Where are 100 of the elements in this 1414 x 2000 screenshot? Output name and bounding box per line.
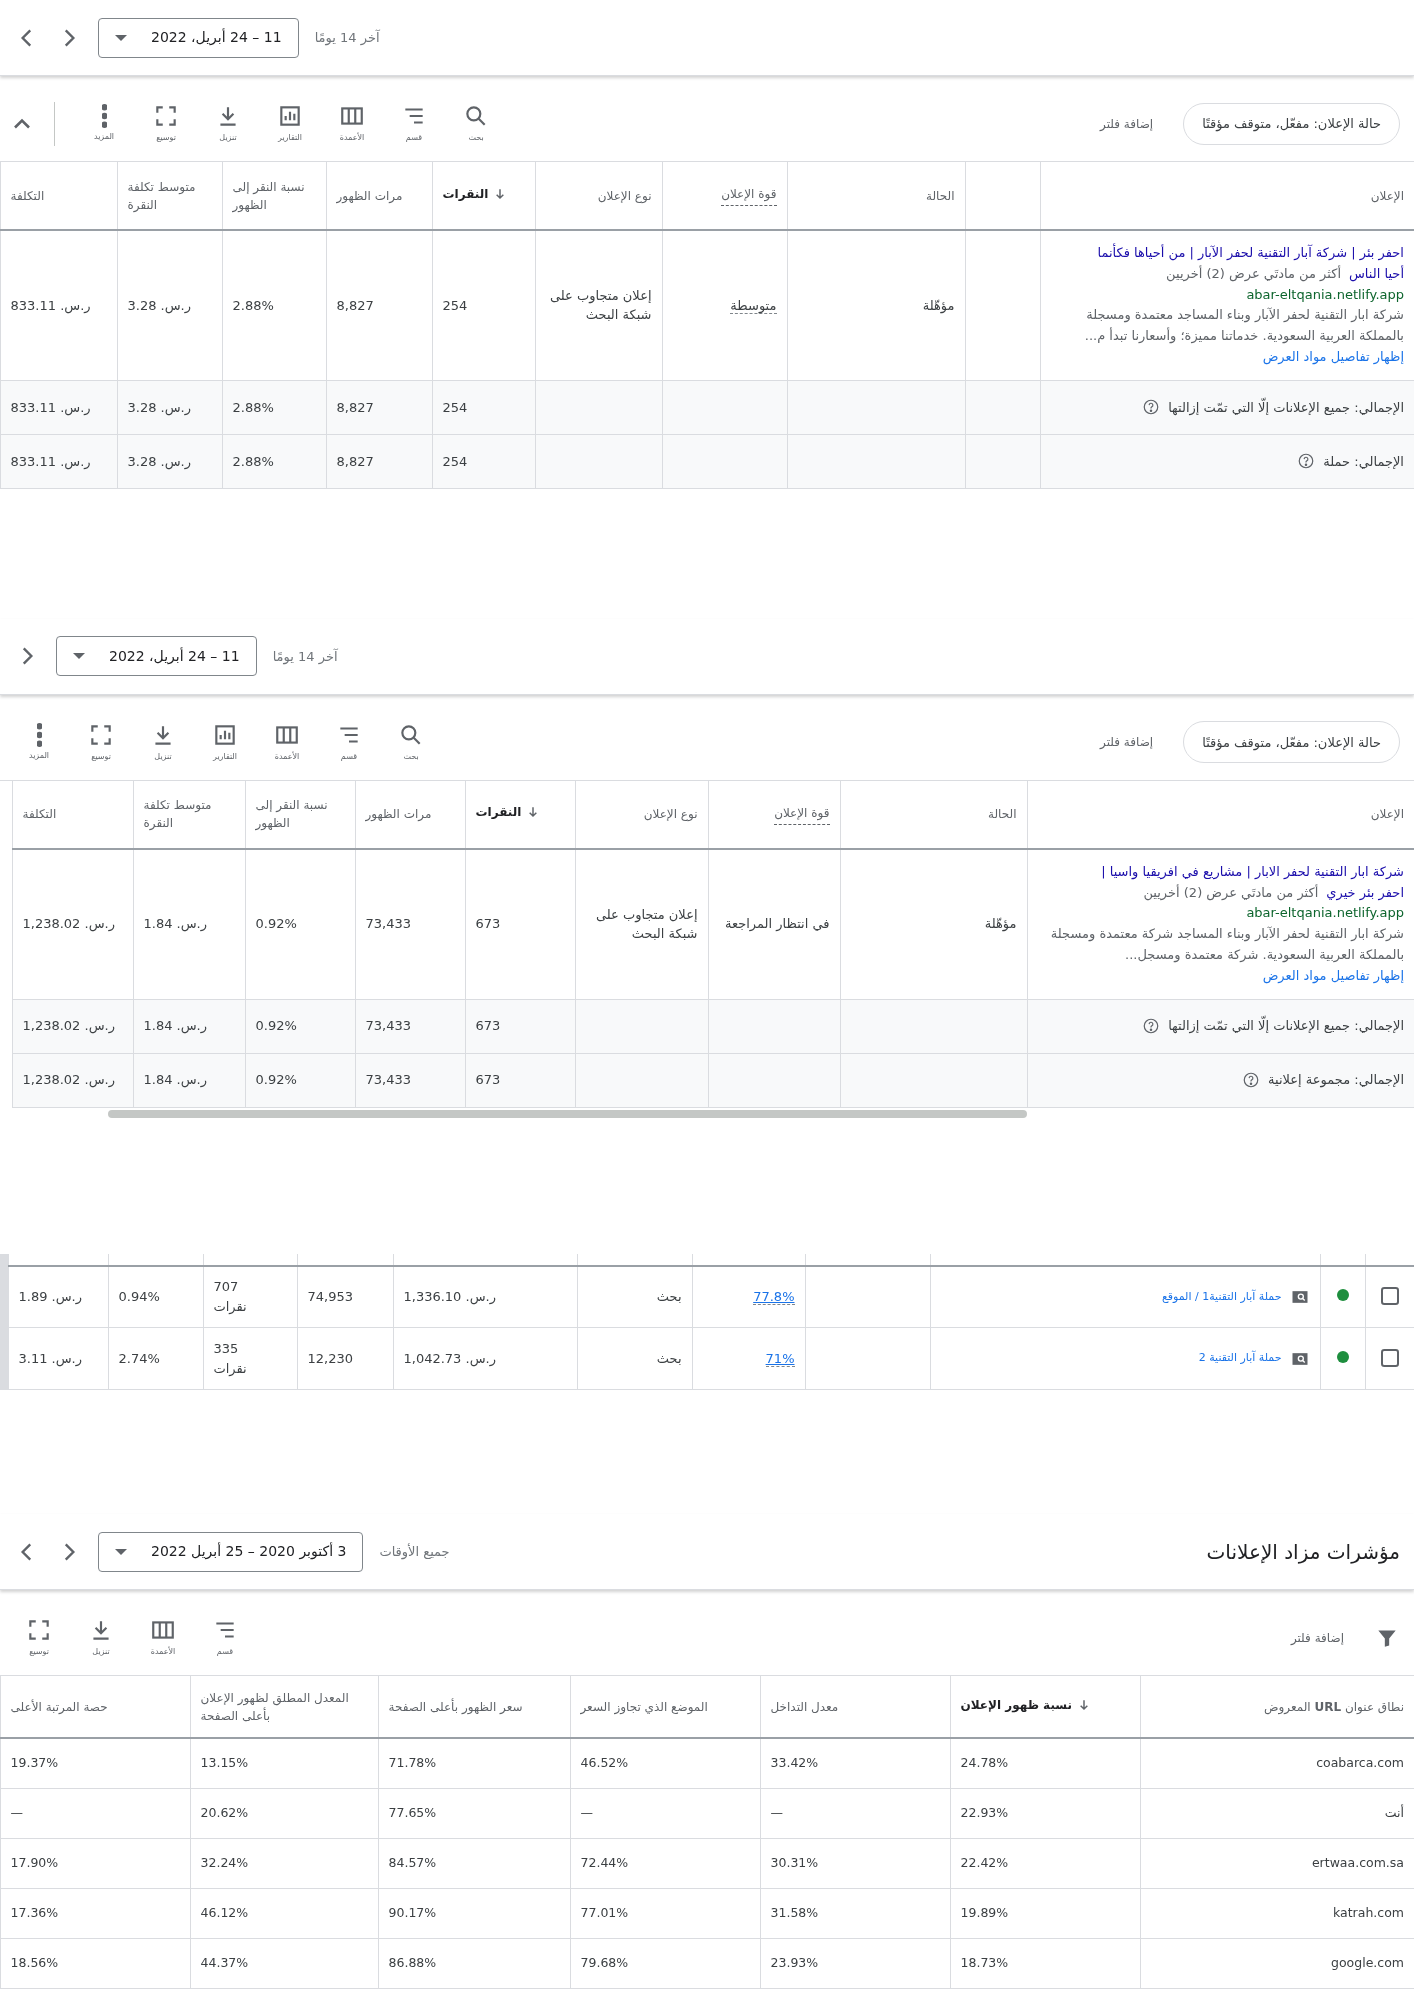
table-cell: 13.15%	[190, 1738, 378, 1789]
toolbar-button[interactable]: تنزيل	[132, 721, 194, 763]
filter-chip[interactable]: حالة الإعلان: مفعّل، متوقف مؤقتًا	[1183, 721, 1400, 764]
toolbar-button[interactable]: بحث	[380, 721, 442, 763]
table-cell: ر.س. 1.84	[133, 1053, 245, 1108]
table-cell: 8,827	[326, 230, 432, 381]
table-cell: 32.24%	[190, 1838, 378, 1889]
date-range-dropdown[interactable]: 11 – 24 أبريل، 2022	[56, 636, 257, 677]
ad-headline[interactable]: أحيا الناس	[1349, 263, 1404, 285]
column-header[interactable]: الحالة	[926, 186, 955, 205]
column-header[interactable]: قوة الإعلان	[721, 185, 777, 206]
details-link[interactable]: إظهار تفاصيل مواد العرض	[1262, 967, 1404, 983]
help-icon[interactable]	[1242, 1071, 1261, 1090]
campaign-link[interactable]: حملة آبار التقنية 2	[1198, 1350, 1282, 1367]
percentage-link[interactable]: 71%	[765, 1350, 795, 1367]
checkbox[interactable]	[1380, 1348, 1399, 1367]
campaign-link[interactable]: حملة آبار التقنية1 / الموقع	[1161, 1288, 1282, 1306]
table-cell: 19.37%	[0, 1738, 190, 1789]
column-header[interactable]: الحالة	[988, 805, 1017, 824]
ad-headline[interactable]: احفر بئر | شركة آبار التقنية لحفر الآبار | من أحياها فكأنما	[1097, 245, 1404, 260]
toolbar-button[interactable]: الأعمدة	[132, 1617, 194, 1659]
column-header[interactable]: النقرات	[475, 803, 522, 822]
ad-more-text: أكثر من مادتَي عرض (2) أخريين	[1166, 264, 1341, 284]
column-header[interactable]: سعر الظهور بأعلى الصفحة	[388, 1697, 523, 1716]
toolbar-button[interactable]: قسم	[318, 721, 380, 763]
help-icon[interactable]	[1297, 452, 1316, 471]
checkbox[interactable]	[1380, 1287, 1399, 1306]
table-cell: 79.68%	[570, 1938, 760, 1989]
column-header[interactable]: نوع الإعلان	[597, 186, 652, 205]
filter-chip[interactable]: حالة الإعلان: مفعّل، متوقف مؤقتًا	[1183, 102, 1400, 145]
help-icon[interactable]	[1142, 398, 1161, 417]
toolbar-button[interactable]: بحث	[445, 103, 507, 144]
table-cell: 77.01%	[570, 1888, 760, 1939]
column-header[interactable]: متوسط تكلفة النقرة	[143, 796, 235, 833]
table-cell: 673	[465, 1053, 575, 1108]
column-header[interactable]: الإعلان	[1370, 805, 1404, 824]
column-header[interactable]: نوع الإعلان	[643, 805, 698, 824]
toolbar-button[interactable]: المزيد	[73, 104, 135, 143]
column-header[interactable]: نسبة النقر إلى الظهور	[232, 177, 316, 214]
percentage-link[interactable]: 77.8%	[753, 1289, 795, 1306]
column-header[interactable]: المعدل المطلق لظهور الإعلان بأعلى الصفحة	[200, 1688, 368, 1725]
toolbar-button[interactable]: التقارير	[259, 103, 321, 144]
page-title: مؤشرات مزاد الإعلانات	[1206, 1538, 1400, 1566]
column-header[interactable]: التكلفة	[10, 186, 45, 205]
table-cell: google.com	[1140, 1938, 1414, 1989]
table-cell: 46.12%	[190, 1888, 378, 1939]
help-icon[interactable]	[1142, 1017, 1161, 1036]
table-cell: —	[760, 1788, 950, 1839]
details-link[interactable]: إظهار تفاصيل مواد العرض	[1262, 349, 1404, 364]
scrollbar[interactable]	[108, 1109, 1027, 1118]
column-header[interactable]: مرات الظهور	[365, 805, 432, 824]
total-label: الإجمالي: مجموعة إعلانية	[1268, 1071, 1404, 1090]
table-cell: 17.36%	[0, 1888, 190, 1939]
toolbar-button[interactable]: تنزيل	[70, 1617, 132, 1659]
ad-headline[interactable]: احفر بئر خيري	[1326, 882, 1404, 904]
column-header[interactable]: التكلفة	[22, 805, 57, 824]
column-header[interactable]: قوة الإعلان	[774, 803, 830, 825]
caret-icon	[115, 34, 127, 41]
table-cell: 673	[465, 848, 575, 1000]
column-header[interactable]: النقرات	[442, 184, 489, 203]
toolbar-button[interactable]: توسيع	[70, 721, 132, 763]
table-cell: 46.52%	[570, 1738, 760, 1789]
date-range-dropdown[interactable]: 3 أكتوبر 2020 – 25 أبريل 2022	[98, 1531, 364, 1572]
table-cell: 86.88%	[378, 1938, 570, 1989]
column-header[interactable]: متوسط تكلفة النقرة	[127, 177, 212, 214]
toolbar-button[interactable]: المزيد	[8, 722, 70, 762]
table-cell: coabarca.com	[1140, 1738, 1414, 1789]
date-range-dropdown[interactable]: 11 – 24 أبريل، 2022	[98, 17, 299, 58]
table-cell: 0.92%	[245, 1053, 355, 1108]
table-cell: 2.88%	[222, 434, 326, 489]
table-cell: إعلان متجاوب على شبكة البحث	[535, 230, 662, 381]
add-filter-button[interactable]: إضافة فلتر	[1094, 732, 1160, 753]
column-header[interactable]: معدل التداخل	[770, 1697, 839, 1716]
column-header[interactable]: حصة المرتبة الأعلى	[10, 1697, 108, 1716]
column-header[interactable]: مرات الظهور	[336, 186, 403, 205]
toolbar-button[interactable]: قسم	[194, 1617, 256, 1659]
column-header[interactable]: نسبة النقر إلى الظهور	[255, 796, 345, 833]
table-cell: 33.42%	[760, 1738, 950, 1789]
toolbar-button[interactable]: توسيع	[8, 1617, 70, 1659]
table-cell: katrah.com	[1140, 1888, 1414, 1939]
add-filter-button[interactable]: إضافة فلتر	[1284, 1627, 1350, 1648]
column-header[interactable]: نسبة ظهور الإعلان	[960, 1695, 1072, 1714]
toolbar-button[interactable]: الأعمدة	[321, 103, 383, 144]
ad-headline[interactable]: شركة ابار التقنية لحفر الابار | مشاريع في افريقيا واسيا |	[1101, 863, 1404, 879]
bar-chart-icon	[277, 103, 303, 129]
toolbar-button[interactable]: الأعمدة	[256, 721, 318, 763]
add-filter-button[interactable]: إضافة فلتر	[1094, 113, 1160, 134]
table-cell: 22.93%	[950, 1788, 1140, 1839]
table-cell: 44.37%	[190, 1938, 378, 1989]
toolbar-button[interactable]: التقارير	[194, 721, 256, 763]
table-cell: ر.س. 1,238.02	[12, 848, 133, 1000]
toolbar-button[interactable]: قسم	[383, 103, 445, 144]
table-cell: 73,433	[355, 999, 465, 1054]
column-header[interactable]: الموضع الذي تجاوز السعر	[580, 1697, 708, 1716]
toolbar-button[interactable]: تنزيل	[197, 103, 259, 144]
column-header[interactable]: الإعلان	[1370, 186, 1404, 205]
caret-icon	[73, 653, 85, 660]
toolbar-button[interactable]: توسيع	[135, 103, 197, 144]
ad-url: abar-eltqania.netlify.app	[1245, 285, 1404, 304]
table-cell: 73,433	[355, 1053, 465, 1108]
